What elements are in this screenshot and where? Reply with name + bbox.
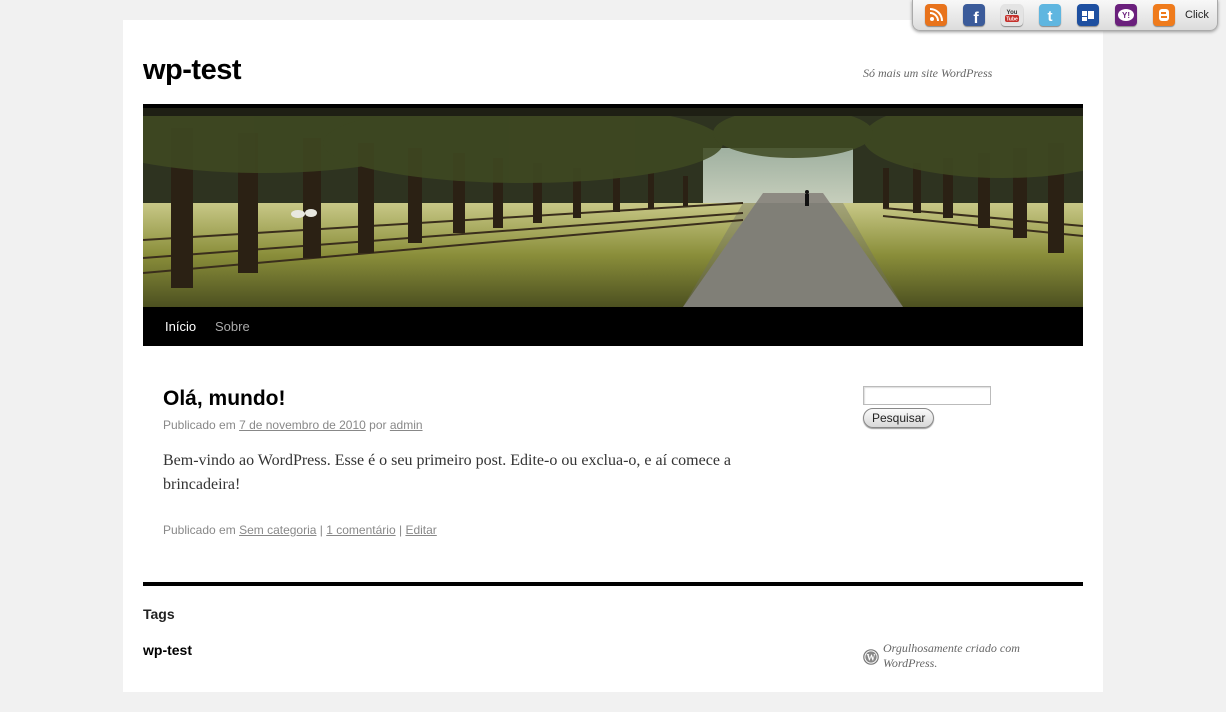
post-meta: Publicado em 7 de novembro de 2010 por a…: [163, 418, 423, 432]
svg-text:Y!: Y!: [1122, 11, 1130, 20]
facebook-icon[interactable]: f: [963, 4, 985, 27]
meta-by: por: [369, 418, 387, 432]
footer-meta-prefix: Publicado em: [163, 523, 236, 537]
footer-site-link[interactable]: wp-test: [143, 642, 192, 658]
separator: |: [319, 523, 323, 537]
search-button[interactable]: Pesquisar: [863, 408, 935, 428]
tags-widget-title: Tags: [143, 606, 175, 622]
edit-link[interactable]: Editar: [405, 523, 436, 537]
post-footer-meta: Publicado em Sem categoria | 1 comentári…: [163, 523, 437, 537]
yahoo-icon[interactable]: Y!: [1115, 4, 1137, 26]
site-description: Só mais um site WordPress: [863, 66, 993, 80]
rss-icon[interactable]: [925, 4, 947, 26]
site-title[interactable]: wp-test: [143, 52, 242, 88]
separator: |: [398, 523, 403, 537]
meta-prefix: Publicado em: [163, 418, 236, 432]
search-input[interactable]: [863, 386, 991, 405]
post-title[interactable]: Olá, mundo!: [163, 386, 286, 412]
twitter-icon[interactable]: t: [1039, 4, 1061, 26]
comments-link[interactable]: 1 comentário: [326, 523, 395, 537]
author-link[interactable]: admin: [390, 418, 423, 432]
header-image: [143, 108, 1083, 307]
nav-item-inicio[interactable]: Início: [165, 307, 196, 347]
nav-item-sobre[interactable]: Sobre: [215, 307, 250, 347]
svg-text:f: f: [973, 10, 979, 26]
social-click-label[interactable]: Click: [1185, 9, 1209, 21]
social-toolbar: f You Tube t Y! Click: [912, 0, 1218, 31]
page-wrapper: wp-test Só mais um site WordPress Início…: [123, 20, 1103, 692]
blogger-icon[interactable]: [1153, 4, 1175, 26]
category-link[interactable]: Sem categoria: [239, 523, 316, 537]
main-navigation: Início Sobre: [143, 307, 1083, 346]
svg-text:Tube: Tube: [1006, 17, 1018, 23]
myspace-icon[interactable]: [1077, 4, 1099, 26]
footer-bar: [143, 582, 1083, 586]
youtube-icon[interactable]: You Tube: [1001, 4, 1023, 26]
svg-text:t: t: [1048, 8, 1053, 25]
post-content: Bem-vindo ao WordPress. Esse é o seu pri…: [163, 452, 732, 493]
post-date-link[interactable]: 7 de novembro de 2010: [239, 418, 366, 432]
powered-by-link[interactable]: Orgulhosamente criado com WordPress.: [863, 641, 1073, 671]
